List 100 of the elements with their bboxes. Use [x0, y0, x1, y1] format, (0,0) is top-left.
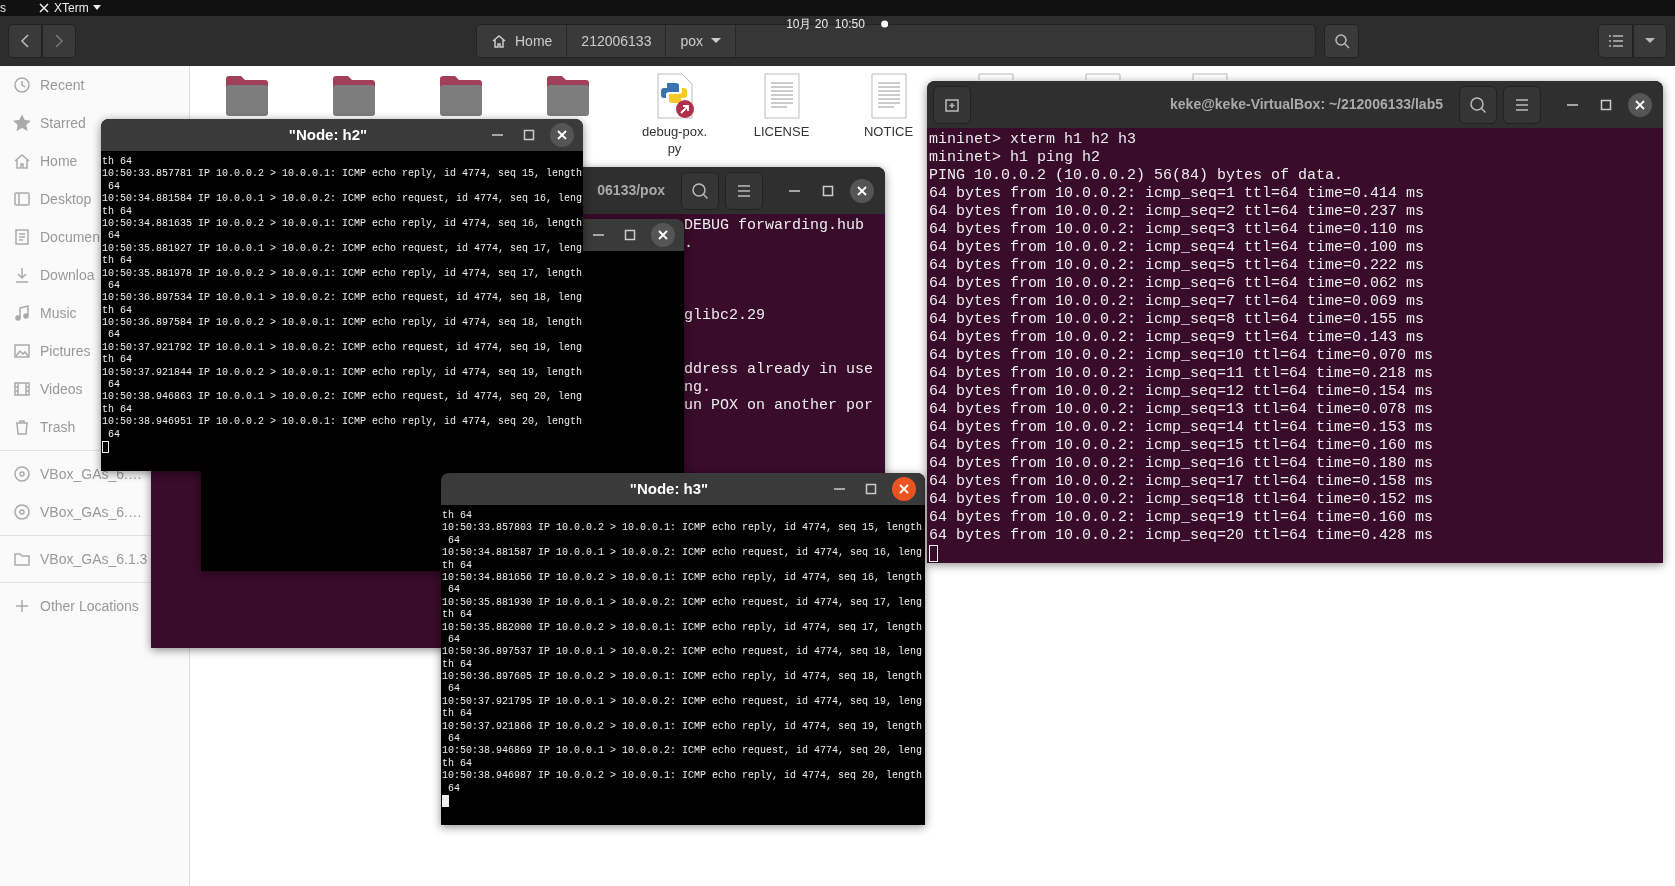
terminal-line: 64: [447, 534, 461, 548]
maximize-icon: [1600, 98, 1612, 111]
terminal-line: 64: [447, 633, 461, 647]
minimize-icon: [592, 234, 604, 236]
clock: 10月 20 10:50: [786, 16, 865, 32]
search-icon: [1333, 33, 1350, 49]
terminal-line: 64: [107, 329, 121, 342]
terminal-line: 10:50:34.881587 IP 10.0.0.1 > 10.0.0.2: ICMP echo request, id 4774, seq 16, leng: [442, 547, 924, 560]
search-icon: [1469, 95, 1487, 114]
clock-icon: [13, 76, 31, 94]
terminal-line: 64 bytes from 10.0.0.2: icmp_seq=8 ttl=64 time=0.155 ms: [929, 311, 1426, 329]
terminal-line: 10:50:38.946951 IP 10.0.0.2 > 10.0.0.1: ICMP echo reply, id 4774, seq 20, length: [102, 416, 583, 429]
sidebar-item[interactable]: Desktop: [0, 184, 92, 214]
terminal-line: 10:50:35.881930 IP 10.0.0.1 > 10.0.0.2: ICMP echo request, id 4774, seq 17, leng: [442, 596, 924, 609]
maximize-icon: [822, 184, 834, 197]
file-name[interactable]: LICENSE: [753, 123, 810, 140]
view-list-button[interactable]: [1598, 24, 1633, 58]
app-label-fragment: s: [0, 0, 6, 16]
search-button[interactable]: [681, 171, 719, 210]
search-button[interactable]: [1459, 85, 1497, 124]
terminal-line: 10:50:36.897537 IP 10.0.0.1 > 10.0.0.2: ICMP echo request, id 4774, seq 18, leng: [442, 646, 924, 659]
terminal-line: 10:50:38.946863 IP 10.0.0.1 > 10.0.0.2: ICMP echo request, id 4774, seq 20, leng: [102, 391, 583, 404]
search-button[interactable]: [1324, 24, 1359, 58]
caret-down-icon: [711, 38, 721, 44]
terminal-line: th 64: [442, 510, 473, 523]
x-logo-icon: [38, 2, 50, 14]
python-file-icon[interactable]: [654, 73, 695, 119]
terminal-line: 10:50:33.857781 IP 10.0.0.2 > 10.0.0.1: ICMP echo reply, id 4774, seq 15, length: [102, 168, 583, 181]
terminal-line: 10:50:38.946987 IP 10.0.0.2 > 10.0.0.1: ICMP echo reply, id 4774, seq 20, length: [442, 770, 924, 783]
close-button[interactable]: [850, 178, 874, 203]
new-tab-button[interactable]: [933, 85, 971, 124]
terminal-line: 64: [447, 782, 461, 795]
sidebar-item[interactable]: Music: [0, 298, 77, 328]
path-segment[interactable]: pox: [666, 25, 736, 57]
menu-button[interactable]: [725, 171, 763, 210]
picture-icon: [13, 342, 31, 360]
sidebar-item[interactable]: Pictures: [0, 336, 91, 366]
terminal-line: 64 bytes from 10.0.0.2: icmp_seq=16 ttl=64 time=0.180 ms: [929, 455, 1435, 473]
folder-icon[interactable]: [330, 73, 377, 118]
music-note-icon: [13, 304, 31, 322]
sidebar-item[interactable]: Videos: [0, 374, 83, 404]
terminal-line: 64 bytes from 10.0.0.2: icmp_seq=19 ttl=64 time=0.160 ms: [929, 509, 1435, 527]
minimize-icon: [491, 134, 503, 136]
terminal-line: .: [684, 235, 694, 253]
file-name[interactable]: NOTICE: [863, 123, 914, 140]
caret-down-icon: [1645, 38, 1655, 44]
sidebar-item[interactable]: VBox_GAs_6.…: [0, 497, 142, 527]
close-icon: [899, 484, 909, 494]
list-icon: [1608, 35, 1623, 47]
terminal-line: 10:50:36.897605 IP 10.0.0.2 > 10.0.0.1: ICMP echo reply, id 4774, seq 18, length: [442, 671, 924, 684]
terminal-line: ng.: [684, 379, 712, 397]
terminal-line: 64 bytes from 10.0.0.2: icmp_seq=4 ttl=64 time=0.100 ms: [929, 239, 1426, 257]
terminal-line: 64 bytes from 10.0.0.2: icmp_seq=2 ttl=64 time=0.237 ms: [929, 203, 1426, 221]
desktop-icon: [13, 190, 31, 208]
terminal-line: 10:50:34.881635 IP 10.0.0.2 > 10.0.0.1: ICMP echo reply, id 4774, seq 16, length: [102, 217, 583, 231]
terminal-line: 10:50:34.881656 IP 10.0.0.2 > 10.0.0.1: ICMP echo reply, id 4774, seq 16, length: [442, 571, 924, 585]
path-segment[interactable]: Home: [477, 25, 568, 57]
terminal-line: 64 bytes from 10.0.0.2: icmp_seq=13 ttl=64 time=0.078 ms: [929, 401, 1435, 419]
terminal-line: 10:50:36.897584 IP 10.0.0.2 > 10.0.0.1: ICMP echo reply, id 4774, seq 18, length: [102, 317, 583, 330]
app-menu[interactable]: XTerm: [38, 0, 101, 16]
sidebar-item[interactable]: Other Locations: [0, 591, 139, 621]
terminal-line: 64: [107, 180, 121, 194]
path-segment[interactable]: 212006133: [567, 25, 667, 57]
sidebar-item[interactable]: VBox_GAs_6.…: [0, 459, 142, 489]
view-options-button[interactable]: [1633, 24, 1667, 58]
plus-icon: [13, 597, 31, 615]
terminal-line: 64 bytes from 10.0.0.2: icmp_seq=7 ttl=64 time=0.069 ms: [929, 293, 1426, 311]
forward-button[interactable]: [42, 24, 76, 58]
sidebar-item[interactable]: Downloa: [0, 260, 95, 290]
terminal-line: 64 bytes from 10.0.0.2: icmp_seq=18 ttl=64 time=0.152 ms: [929, 491, 1435, 509]
folder-icon[interactable]: [223, 73, 270, 118]
close-button[interactable]: [651, 223, 675, 247]
close-button[interactable]: [892, 477, 916, 501]
sidebar-item[interactable]: VBox_GAs_6.1.3: [0, 544, 148, 574]
folder-icon[interactable]: [437, 73, 484, 118]
terminal-line: 10:50:35.882000 IP 10.0.0.2 > 10.0.0.1: ICMP echo reply, id 4774, seq 17, length: [442, 621, 924, 634]
close-button[interactable]: [550, 123, 574, 147]
sidebar-item[interactable]: Trash: [0, 412, 76, 442]
terminal-line: 64 bytes from 10.0.0.2: icmp_seq=12 ttl=64 time=0.154 ms: [929, 383, 1435, 401]
disc-icon: [13, 465, 31, 483]
file-name[interactable]: debug-pox.py: [635, 123, 714, 157]
terminal-line: 64 bytes from 10.0.0.2: icmp_seq=20 ttl=64 time=0.428 ms: [929, 527, 1435, 545]
close-button[interactable]: [1628, 92, 1652, 117]
maximize-icon: [865, 483, 877, 495]
sidebar-item[interactable]: Home: [0, 146, 78, 176]
sidebar-item[interactable]: Recent: [0, 70, 85, 100]
disc-icon: [13, 503, 31, 521]
back-button[interactable]: [8, 24, 42, 58]
home-icon: [491, 33, 507, 49]
terminal-line: mininet> h1 ping h2: [929, 149, 1102, 167]
sidebar-item[interactable]: Documen: [0, 222, 100, 252]
terminal-line: 10:50:38.946869 IP 10.0.0.1 > 10.0.0.2: ICMP echo request, id 4774, seq 20, leng: [442, 745, 924, 758]
chevron-left-icon: [20, 34, 30, 48]
terminal-line: 64: [107, 379, 121, 392]
sidebar-item[interactable]: Starred: [0, 108, 86, 138]
maximize-icon: [624, 229, 636, 241]
menu-button[interactable]: [1503, 85, 1541, 124]
folder-icon[interactable]: [544, 73, 591, 118]
terminal-line: 10:50:35.881978 IP 10.0.0.2 > 10.0.0.1: ICMP echo reply, id 4774, seq 17, length: [102, 267, 583, 280]
minimize-icon: [833, 488, 845, 490]
